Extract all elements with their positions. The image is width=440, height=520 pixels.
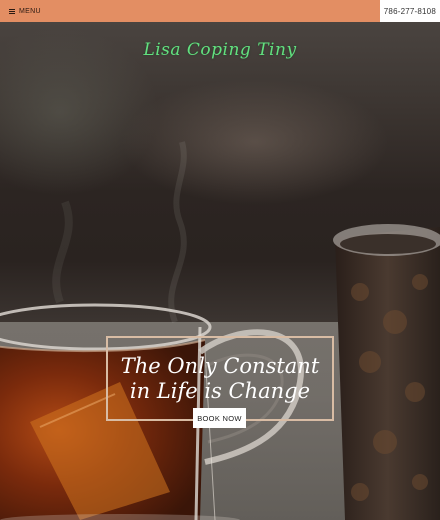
- headline-line-2: in Life is Change: [129, 378, 311, 403]
- hamburger-icon: [9, 8, 15, 14]
- hero-section: Lisa Coping Tiny The Only Constant in Li…: [0, 22, 440, 520]
- headline-line-1: The Only Constant: [120, 353, 320, 378]
- menu-label: MENU: [19, 7, 41, 15]
- menu-button[interactable]: MENU: [0, 0, 41, 22]
- phone-number[interactable]: 786-277-8108: [379, 0, 440, 22]
- hero-background-image: [0, 141, 440, 520]
- site-logo[interactable]: Lisa Coping Tiny: [0, 40, 440, 60]
- top-bar: MENU 786-277-8108: [0, 0, 440, 22]
- book-now-button[interactable]: BOOK NOW: [193, 408, 246, 428]
